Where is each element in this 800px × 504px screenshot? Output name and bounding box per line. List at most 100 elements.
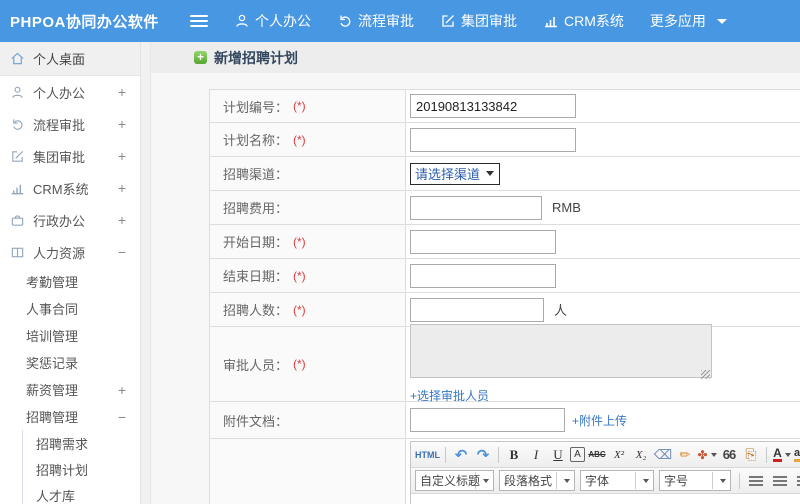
form-row-plan-number: 计划编号： (*) [210,90,800,123]
expand-toggle[interactable]: + [118,116,126,132]
highlight-color-button[interactable]: ab [794,445,800,465]
topnav-more-apps[interactable]: 更多应用 [650,11,727,31]
field-label: 附件文档： [223,413,289,429]
topnav-workflow-approval[interactable]: 流程审批 [337,11,414,31]
eraser-button[interactable]: ⌫ [653,445,673,465]
text-effect-button[interactable]: ✤ [697,445,717,465]
attachment-upload-link[interactable]: +附件上传 [572,412,627,429]
channel-select[interactable]: 请选择渠道 [410,162,501,185]
home-icon [11,52,24,65]
topnav-personal-office[interactable]: 个人办公 [234,11,311,31]
sidebar-item-salary[interactable]: 薪资管理 + [0,376,140,403]
sidebar-item-label: 奖惩记录 [26,356,79,371]
sidebar-item-label: 招聘需求 [36,436,89,452]
sidebar-item-label: 培训管理 [26,329,79,344]
paste-button[interactable]: ⎘ [741,445,761,465]
user-icon [234,13,250,29]
required-mark: (*) [293,357,306,371]
sidebar-item-recruitment[interactable]: 招聘管理 − [0,403,140,430]
undo-button[interactable]: ↶ [451,445,471,465]
field-label: 开始日期： [223,235,289,250]
sidebar-item-hr[interactable]: 人力资源 − [0,236,140,268]
font-family-dropdown[interactable]: 字体 [580,470,654,491]
sidebar-scrollbar[interactable] [140,42,151,504]
sidebar-item-recruit-plan[interactable]: 招聘计划 [23,456,140,482]
sidebar-item-talent-pool[interactable]: 人才库 [23,482,140,504]
redo-button[interactable]: ↷ [473,445,493,465]
recruit-plan-form: 计划编号： (*) 计划名称： (*) 招聘渠道： [209,89,800,504]
blockquote-button[interactable]: 66 [719,445,739,465]
attachment-input[interactable] [410,408,565,432]
sidebar-item-label: 考勤管理 [26,275,79,290]
sidebar-item-group-approval[interactable]: 集团审批 + [0,140,140,172]
align-center-button[interactable] [773,475,787,478]
bold-button[interactable]: B [504,445,524,465]
underline-button[interactable]: U [548,445,568,465]
expand-toggle[interactable]: + [118,180,126,196]
workflow-icon [13,118,23,130]
required-mark: (*) [293,302,306,317]
start-date-input[interactable] [410,229,556,254]
approvers-textarea[interactable] [410,324,712,378]
dropdown-value: 段落格式 [500,472,557,489]
sidebar-item-hr-contracts[interactable]: 人事合同 [0,295,140,322]
expand-toggle[interactable]: + [118,148,126,164]
font-size-dropdown[interactable]: 字号 [659,470,731,491]
topnav-crm[interactable]: CRM系统 [543,11,624,31]
subscript-button[interactable]: X₂ [631,445,651,465]
sidebar-item-training[interactable]: 培训管理 [0,322,140,349]
sidebar-item-personal-office[interactable]: 个人办公 + [0,76,140,108]
sidebar-item-workflow-approval[interactable]: 流程审批 + [0,108,140,140]
page-header: + 新增招聘计划 [151,42,800,73]
sidebar-item-label: CRM系统 [33,181,89,197]
italic-button[interactable]: I [526,445,546,465]
sidebar-item-attendance[interactable]: 考勤管理 [0,268,140,295]
sidebar-item-label: 个人办公 [33,85,86,101]
topnav-group-approval[interactable]: 集团审批 [440,11,517,31]
align-left-button[interactable] [749,475,763,478]
font-color-button[interactable]: A [772,445,792,465]
sidebar-item-crm[interactable]: CRM系统 + [0,172,140,204]
sidebar-item-rewards[interactable]: 奖惩记录 [0,349,140,376]
sidebar-item-label: 行政办公 [33,213,86,229]
paragraph-format-dropdown[interactable]: 段落格式 [499,470,575,491]
sidebar-item-admin-office[interactable]: 行政办公 + [0,204,140,236]
plan-name-input[interactable] [410,127,576,152]
sidebar-item-label: 流程审批 [33,117,86,133]
expand-toggle[interactable]: + [118,84,126,100]
expand-toggle[interactable]: + [118,212,126,228]
sidebar-item-recruit-needs[interactable]: 招聘需求 [23,430,140,456]
recruitment-submenu: 招聘需求 招聘计划 人才库 [22,430,140,504]
superscript-button[interactable]: X² [609,445,629,465]
edit-icon [12,150,24,162]
add-icon: + [194,51,207,64]
field-label-cell: 招聘人数： (*) [210,293,406,326]
expand-toggle[interactable]: + [118,382,126,398]
topbar: PHPOA协同办公软件 个人办公 流程审批 集团审批 CRM系统 更多应用 [0,0,800,42]
end-date-input[interactable] [410,263,556,288]
hamburger-menu-icon[interactable] [190,15,208,27]
sidebar-item-desktop[interactable]: 个人桌面 [0,42,140,76]
sidebar-item-label: 人力资源 [33,245,86,261]
book-icon [11,247,24,257]
editor-content-area[interactable] [411,494,800,504]
format-brush-button[interactable]: ✏ [675,445,695,465]
cost-input[interactable] [410,195,542,220]
form-row-headcount: 招聘人数： (*) 人 [210,293,800,327]
font-style-button[interactable]: A [570,447,585,462]
form-row-approvers: 审批人员： (*) +选择审批人员 [210,324,800,403]
sidebar-item-label: 招聘管理 [26,410,79,425]
plan-number-input[interactable] [410,94,576,118]
form-row-attachment: 附件文档： +附件上传 [210,402,800,439]
custom-title-dropdown[interactable]: 自定义标题 [415,470,494,491]
sidebar-item-label: 个人桌面 [33,52,86,67]
headcount-input[interactable] [410,297,544,322]
html-source-button[interactable]: HTML [415,445,440,465]
caret-down-icon [486,171,495,176]
field-label: 招聘渠道： [223,167,289,182]
collapse-toggle[interactable]: − [118,409,126,425]
collapse-toggle[interactable]: − [118,244,126,260]
user-icon [12,86,23,98]
field-label-cell: 招聘费用： [210,191,406,224]
strikethrough-button[interactable]: ABC [587,445,607,465]
